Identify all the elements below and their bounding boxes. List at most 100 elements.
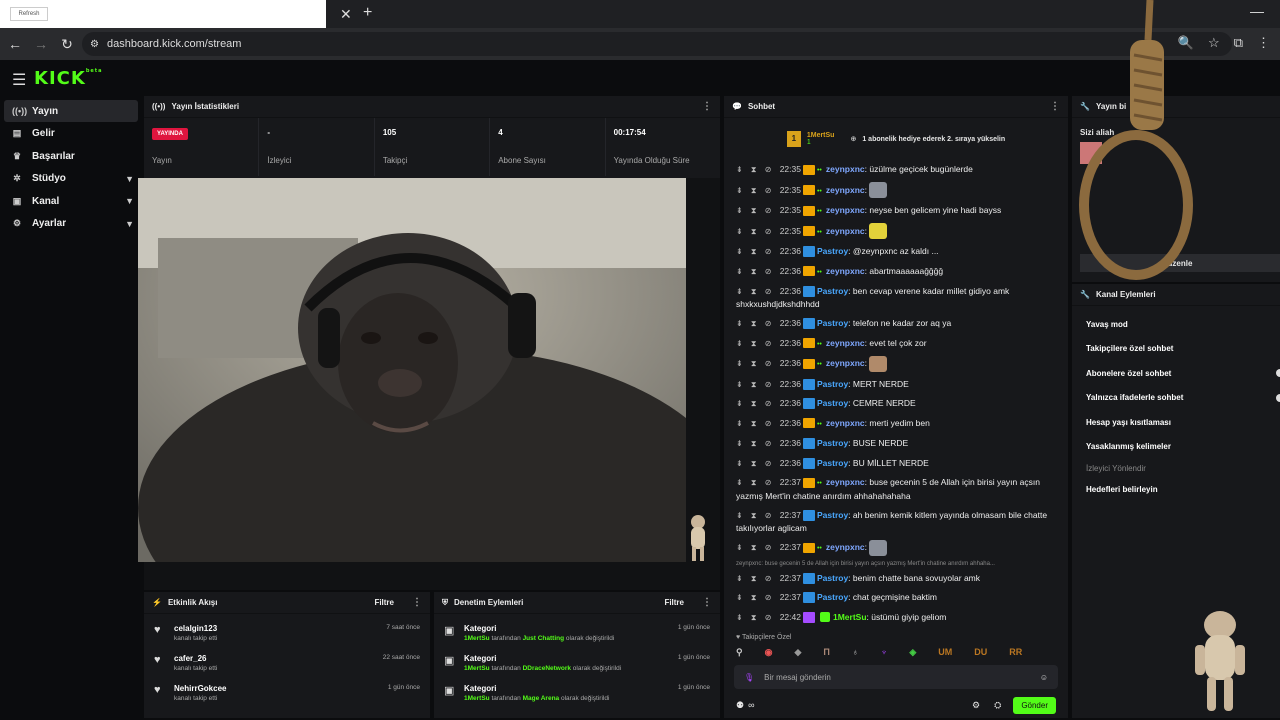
back-icon[interactable]: ← [2,36,28,52]
chat-username[interactable]: Pastroy [817,438,848,448]
chat-message[interactable]: ⇟ ⧗ ⊘ 22:37 •• zeynpxnc: [724,538,1068,559]
bot-icon[interactable]: ⛭ [994,700,1001,711]
follower-name[interactable]: cafer_26 [174,654,217,663]
chat-username[interactable]: zeynpxnc [826,205,865,215]
chat-input[interactable]: 🎙 Bir mesaj gönderin ☺ [734,665,1058,689]
mic-icon[interactable]: 🎙 [744,673,754,682]
chat-username[interactable]: zeynpxnc [826,358,865,368]
chat-message[interactable]: ⇟ ⧗ ⊘ 22:35 •• zeynpxnc: neyse ben gelicem… [724,201,1068,222]
mod-tools-icon[interactable]: ⇟ ⧗ ⊘ [736,319,780,328]
mod-tools-icon[interactable]: ⇟ ⧗ ⊘ [736,593,780,602]
toggle-switch[interactable] [1276,393,1280,402]
site-info-icon[interactable]: ⚙ [90,39,99,50]
mod-tools-icon[interactable]: ⇟ ⧗ ⊘ [736,267,780,276]
emote-um[interactable]: UM [938,647,952,657]
chat-username[interactable]: Pastroy [817,592,848,602]
chat-username[interactable]: zeynpxnc [826,542,865,552]
chat-message[interactable]: ⇟ ⧗ ⊘ 22:36 Pastroy: MERT NERDE [724,375,1068,395]
mod-tools-icon[interactable]: ⇟ ⧗ ⊘ [736,206,780,215]
filter-button[interactable]: Filtre [664,598,684,607]
emote-green-icon[interactable]: ◈ [909,647,916,658]
more-options-icon[interactable]: ⋮ [702,101,712,112]
filter-button[interactable]: Filtre [374,598,394,607]
mod-tools-icon[interactable]: ⇟ ⧗ ⊘ [736,459,780,468]
mod-tools-icon[interactable]: ⇟ ⧗ ⊘ [736,165,780,174]
chat-message[interactable]: ⇟ ⧗ ⊘ 22:36 Pastroy: ben cevap verene kad… [724,282,1068,314]
more-options-icon[interactable]: ⋮ [1050,101,1060,112]
mod-tools-icon[interactable]: ⇟ ⧗ ⊘ [736,419,780,428]
mod-tools-icon[interactable]: ⇟ ⧗ ⊘ [736,399,780,408]
new-tab-icon[interactable]: + [363,4,372,22]
emote-chair-icon[interactable]: ⚲ [736,647,743,658]
tab-close-icon[interactable]: ✕ [340,6,352,23]
follower-name[interactable]: celalgin123 [174,624,217,633]
chat-message[interactable]: ⇟ ⧗ ⊘ 22:36 •• zeynpxnc: evet tel çok zor [724,334,1068,355]
chat-message[interactable]: ⇟ ⧗ ⊘ 22:36 •• zeynpxnc: abartmaaaaaağğğğ [724,262,1068,283]
emote-rat-icon[interactable]: ◆ [794,647,801,658]
emoji-icon[interactable]: ☺ [1040,673,1048,682]
mod-tools-icon[interactable]: ⇟ ⧗ ⊘ [736,511,780,520]
chat-message[interactable]: ⇟ ⧗ ⊘ 22:36 •• zeynpxnc: merti yedim ben [724,414,1068,435]
action-emote-chat[interactable]: Yalnızca ifadelerle sohbet [1072,386,1280,411]
chat-username[interactable]: zeynpxnc [826,418,865,428]
chat-username[interactable]: zeynpxnc [826,477,865,487]
emote-purple-icon[interactable]: ♆ [881,647,888,657]
follower-name[interactable]: NehirrGokcee [174,684,226,693]
pinned-gift-leaderboard[interactable]: 1 1MertSu 1 ⊕ 1 abonelik hediye ederek 2.… [724,118,1068,160]
chat-message[interactable]: ⇟ ⧗ ⊘ 22:42 1MertSu: üstümü giyip geliom [724,608,1068,628]
chat-username[interactable]: Pastroy [817,573,848,583]
chat-message[interactable]: ⇟ ⧗ ⊘ 22:35 •• zeynpxnc: [724,181,1068,202]
mod-tools-icon[interactable]: ⇟ ⧗ ⊘ [736,380,780,389]
chat-message[interactable]: ⇟ ⧗ ⊘ 22:35 •• zeynpxnc: üzülme geçicek bu… [724,160,1068,181]
emote-stool-icon[interactable]: Π [823,647,830,657]
mod-tools-icon[interactable]: ⇟ ⧗ ⊘ [736,339,780,348]
mod-tools-icon[interactable]: ⇟ ⧗ ⊘ [736,186,780,195]
emote-rr[interactable]: RR [1009,647,1022,657]
chat-message[interactable]: ⇟ ⧗ ⊘ 22:36 Pastroy: CEMRE NERDE [724,394,1068,414]
chat-username[interactable]: Pastroy [817,379,848,389]
mod-tools-icon[interactable]: ⇟ ⧗ ⊘ [736,227,780,236]
browser-tab[interactable]: Refresh [0,0,326,28]
bookmark-star-icon[interactable]: ☆ [1208,35,1220,51]
chat-username[interactable]: Pastroy [817,510,848,520]
chat-message[interactable]: ⇟ ⧗ ⊘ 22:37 Pastroy: chat geçmişine bakti… [724,588,1068,608]
chat-username[interactable]: Pastroy [817,246,848,256]
emote-bottle-icon[interactable]: ♁ [852,647,859,657]
profile-icon[interactable]: ⋮ [1257,35,1270,51]
action-goals[interactable]: Hedefleri belirleyin [1072,477,1280,502]
chat-username[interactable]: zeynpxnc [826,226,865,236]
sidebar-item-studyo[interactable]: ✲ Stüdyo ▼ [4,168,138,190]
sidebar-item-kanal[interactable]: ▣ Kanal ▼ [4,190,138,212]
reload-icon[interactable]: ↻ [54,36,80,53]
emote-du[interactable]: DU [974,647,987,657]
chat-message[interactable]: ⇟ ⧗ ⊘ 22:35 •• zeynpxnc: [724,222,1068,243]
action-sub-chat[interactable]: Abonelere özel sohbet [1072,361,1280,386]
chat-message[interactable]: ⇟ ⧗ ⊘ 22:36 Pastroy: @zeynpxnc az kaldı .… [724,242,1068,262]
chat-message[interactable]: ⇟ ⧗ ⊘ 22:36 Pastroy: telefon ne kadar zor… [724,314,1068,334]
chat-username[interactable]: Pastroy [817,398,848,408]
toggle-switch[interactable] [1276,369,1280,378]
url-field[interactable]: ⚙ dashboard.kick.com/stream [82,32,1232,56]
chat-message[interactable]: ⇟ ⧗ ⊘ 22:37 •• zeynpxnc: buse gecenin 5 de… [724,473,1068,506]
chat-username[interactable]: Pastroy [817,458,848,468]
user-count-icon[interactable]: ⚉ [736,700,744,711]
chat-message[interactable]: ⇟ ⧗ ⊘ 22:37 Pastroy: benim chatte bana so… [724,569,1068,589]
kick-logo[interactable]: KICKbeta [34,68,103,89]
chat-username[interactable]: zeynpxnc [826,185,865,195]
chat-message[interactable]: ⇟ ⧗ ⊘ 22:37 Pastroy: ah benim kemik kitle… [724,506,1068,538]
action-slow-mode[interactable]: Yavaş mod [1072,312,1280,337]
mod-tools-icon[interactable]: ⇟ ⧗ ⊘ [736,359,780,368]
mod-tools-icon[interactable]: ⇟ ⧗ ⊘ [736,287,780,296]
extensions-icon[interactable]: ⧉ [1234,35,1243,51]
minimize-icon[interactable]: — [1250,3,1264,19]
sidebar-item-ayarlar[interactable]: ⚙ Ayarlar ▼ [4,213,138,235]
more-options-icon[interactable]: ⋮ [702,597,712,608]
chat-username[interactable]: 1MertSu [833,612,867,622]
mod-user[interactable]: 1MertSu [464,695,490,702]
chat-username[interactable]: zeynpxnc [826,338,865,348]
mod-user[interactable]: 1MertSu [464,665,490,672]
chat-message[interactable]: ⇟ ⧗ ⊘ 22:36 Pastroy: BU MİLLET NERDE [724,454,1068,474]
mod-tools-icon[interactable]: ⇟ ⧗ ⊘ [736,613,780,622]
forward-icon[interactable]: → [28,36,54,52]
action-account-age[interactable]: Hesap yaşı kısıtlaması [1072,410,1280,435]
